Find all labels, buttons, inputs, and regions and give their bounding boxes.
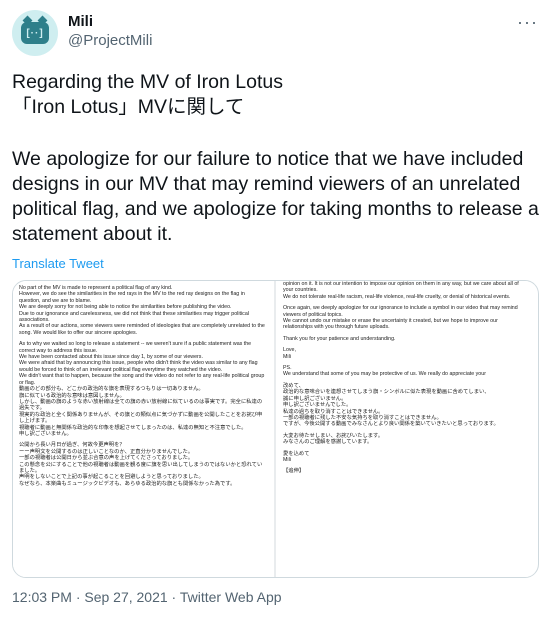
translate-tweet-link[interactable]: Translate Tweet [12, 256, 104, 271]
tweet-line-english-title: Regarding the MV of Iron Lotus [12, 71, 283, 93]
tweet-timestamp[interactable]: 12:03 PM · Sep 27, 2021 · Twitter Web Ap… [12, 589, 282, 605]
statement-page-right: opinion on it. It is not our intention t… [277, 281, 535, 577]
statement-paragraph: 愛を込めて Mili [283, 450, 310, 463]
statement-paragraph: 改めて、 政治的な意味合いを連想させてしまう旗・シンボルに似た表現を動画に含めて… [283, 382, 499, 428]
author-names[interactable]: Mili @ProjectMili [68, 12, 152, 51]
statement-paragraph: PS. We understand that some of you may b… [283, 365, 486, 378]
mili-logo-icon: [··] [21, 22, 49, 44]
avatar[interactable]: [··] [12, 10, 58, 56]
author-display-name[interactable]: Mili [68, 12, 152, 31]
statement-paragraph: No part of the MV is made to represent a… [19, 285, 265, 336]
tweet-text: Regarding the MV of Iron Lotus 「Iron Lot… [12, 70, 540, 247]
image-divider [274, 281, 276, 577]
statement-paragraph: Thank you for your patience and understa… [283, 335, 396, 342]
tweet-line-japanese-title: 「Iron Lotus」MVに関して [12, 96, 245, 118]
more-options-icon[interactable]: ··· [517, 12, 538, 33]
tweet-header: [··] Mili @ProjectMili ··· [12, 8, 542, 56]
statement-paragraph: 公開から長い月日が過ぎ、何故今更声明を？ ーー声明文を公開するのは正しいことなの… [19, 442, 263, 487]
statement-paragraph: As to why we waited so long to release a… [19, 341, 265, 437]
statement-paragraph: 大変お待たせしまい、お詫びいたします。 みなさんのご理解を感謝しています。 [283, 432, 384, 446]
statement-page-left: No part of the MV is made to represent a… [13, 281, 271, 577]
statement-paragraph: Once again, we deeply apologize for our … [283, 305, 518, 331]
statement-paragraph: 【追伸】 [283, 468, 305, 475]
statement-paragraph: opinion on it. It is not our intention t… [283, 281, 519, 300]
tweet-card: [··] Mili @ProjectMili ··· Regarding the… [0, 0, 554, 622]
statement-paragraph: Love, Mili [283, 347, 296, 360]
author-handle[interactable]: @ProjectMili [68, 31, 152, 51]
attached-statement-image[interactable]: No part of the MV is made to represent a… [12, 280, 539, 578]
tweet-line-apology: We apologize for our failure to notice t… [12, 148, 539, 245]
